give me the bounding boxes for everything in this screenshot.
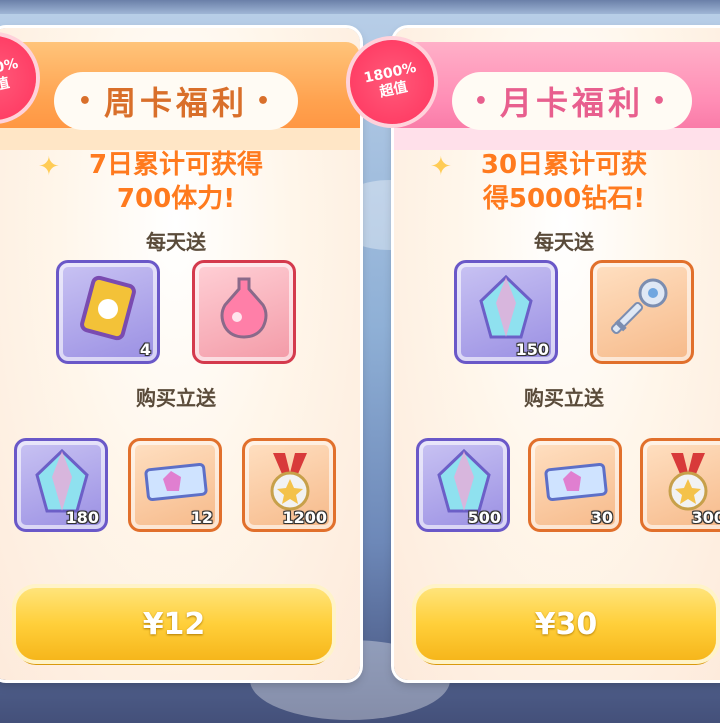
item-quantity: 300 <box>691 508 720 527</box>
buy-button[interactable]: ¥30 <box>416 588 716 660</box>
item-slot[interactable]: 500 <box>416 438 510 532</box>
item-slot[interactable]: 1200 <box>242 438 336 532</box>
daily-label: 每天送 <box>534 230 594 254</box>
week-card: • 周卡福利 • 1800% 超值 ✦ 7日累计可获得 700体力! 每天送 4… <box>0 28 360 680</box>
desc-line: 得5000钻石! <box>482 184 646 214</box>
item-slot[interactable]: 12 <box>128 438 222 532</box>
item-slot[interactable] <box>590 260 694 364</box>
stamina-potion-icon <box>220 277 268 339</box>
item-quantity: 30 <box>590 508 613 527</box>
item-slot[interactable]: 150 <box>454 260 558 364</box>
item-quantity: 150 <box>515 340 549 359</box>
month-title: • 月卡福利 • <box>452 72 692 130</box>
week-title: • 周卡福利 • <box>54 72 298 130</box>
title-dot: • <box>256 88 275 114</box>
month-title-text: 月卡福利 <box>499 84 644 122</box>
item-slot[interactable] <box>192 260 296 364</box>
gold-medal-icon <box>668 453 708 511</box>
month-banner-base <box>394 128 720 150</box>
title-dot: • <box>652 88 671 114</box>
item-slot[interactable]: 180 <box>14 438 108 532</box>
instant-label: 购买立送 <box>524 386 604 410</box>
daily-label: 每天送 <box>146 230 206 254</box>
title-dot: • <box>473 88 492 114</box>
diamond-crystal-icon <box>479 274 533 339</box>
title-dot: • <box>77 88 96 114</box>
desc-line: 7日累计可获得 <box>88 150 264 180</box>
item-slot[interactable]: 4 <box>56 260 160 364</box>
instant-label: 购买立送 <box>136 386 216 410</box>
silver-key-icon <box>610 278 668 335</box>
week-description: 7日累计可获得 700体力! <box>0 148 360 216</box>
item-quantity: 12 <box>190 508 213 527</box>
item-slot[interactable]: 30 <box>528 438 622 532</box>
item-quantity: 4 <box>139 340 151 359</box>
item-quantity: 500 <box>467 508 501 527</box>
desc-line: 30日累计可获 <box>480 150 648 180</box>
gold-medal-icon <box>270 453 310 511</box>
item-quantity: 180 <box>65 508 99 527</box>
item-slot[interactable]: 300 <box>640 438 720 532</box>
diamond-crystal-icon <box>437 448 491 513</box>
buy-button[interactable]: ¥12 <box>16 588 332 660</box>
month-description: 30日累计可获 得5000钻石! <box>394 148 720 216</box>
ticket-scroll-icon <box>80 275 136 341</box>
item-quantity: 1200 <box>282 508 327 527</box>
week-banner-base <box>0 128 360 150</box>
gacha-ticket-icon <box>144 462 208 502</box>
diamond-crystal-icon <box>35 448 89 513</box>
top-strip <box>0 0 720 14</box>
desc-line: 700体力! <box>116 184 236 214</box>
month-card: • 月卡福利 • 1800% 超值 ✦ 30日累计可获 得5000钻石! 每天送… <box>342 28 720 680</box>
week-title-text: 周卡福利 <box>103 84 248 122</box>
gacha-ticket-icon <box>544 462 608 502</box>
